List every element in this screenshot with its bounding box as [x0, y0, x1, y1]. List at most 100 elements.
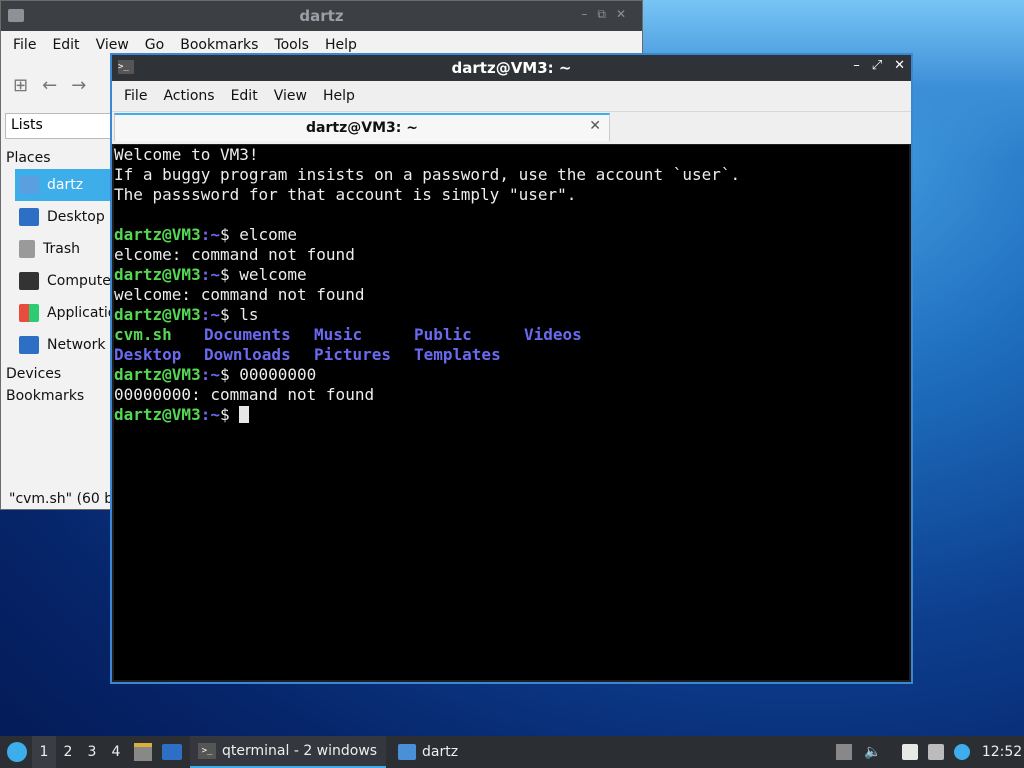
minimize-icon[interactable]: –: [853, 58, 860, 73]
network-status-icon[interactable]: [928, 744, 944, 760]
fm-menu-file[interactable]: File: [5, 37, 44, 53]
ls-entry: Pictures: [314, 345, 392, 364]
devices-header[interactable]: Devices: [1, 363, 113, 385]
fm-title: dartz: [299, 7, 344, 25]
task-label: dartz: [422, 744, 459, 760]
motd-line: The passsword for that account is simply…: [114, 185, 577, 204]
output-line: welcome: command not found: [114, 285, 365, 304]
prompt-symbol: $: [219, 405, 240, 424]
text-cursor: [239, 406, 250, 423]
sidebar-item-label: Trash: [43, 241, 80, 257]
terminal-titlebar[interactable]: >_ dartz@VM3: ~ – ⤢ ✕: [112, 55, 911, 81]
prompt-line-active: dartz@VM3:~$: [114, 405, 740, 425]
ls-entry: Templates: [414, 345, 501, 364]
sidebar-item-applications[interactable]: Applications: [1, 297, 133, 329]
quicklaunch-button[interactable]: [162, 736, 184, 768]
fm-menu-tools[interactable]: Tools: [266, 37, 317, 53]
prompt-line: dartz@VM3:~$ welcome: [114, 265, 740, 285]
update-notifier-icon[interactable]: [954, 744, 970, 760]
close-tab-icon[interactable]: ✕: [589, 118, 601, 134]
app-menu-button[interactable]: [2, 736, 32, 768]
sidebar-item-label: Computer: [47, 273, 117, 289]
prompt-line: dartz@VM3:~$ ls: [114, 305, 740, 325]
places-sidebar: Places dartz Desktop Trash Computer Appl…: [1, 147, 133, 407]
terminal-screen[interactable]: Welcome to VM3! If a buggy program insist…: [114, 145, 909, 680]
prompt-symbol: $: [219, 305, 240, 324]
bookmarks-header[interactable]: Bookmarks: [1, 385, 113, 407]
workspace-2[interactable]: 2: [56, 736, 80, 768]
terminal-output: Welcome to VM3! If a buggy program insist…: [114, 145, 740, 425]
prompt-line: dartz@VM3:~$ elcome: [114, 225, 740, 245]
trash-icon: [19, 240, 35, 258]
side-pane-selector[interactable]: Lists: [5, 113, 115, 139]
places-header: Places: [6, 150, 51, 166]
fm-menu-help[interactable]: Help: [317, 37, 365, 53]
sidebar-item-computer[interactable]: Computer: [1, 265, 117, 297]
side-pane-label: Lists: [11, 117, 43, 133]
desktop-icon: [19, 208, 39, 226]
terminal-tab[interactable]: dartz@VM3: ~ ✕: [114, 113, 610, 141]
fm-titlebar[interactable]: dartz –⧉✕: [1, 1, 642, 31]
output-line: 00000000: command not found: [114, 385, 375, 404]
task-dartz[interactable]: dartz: [390, 736, 526, 768]
ls-entry: Public: [414, 325, 472, 344]
clipboard-icon[interactable]: [902, 744, 918, 760]
prompt-symbol: $: [219, 265, 240, 284]
sidebar-item-desktop[interactable]: Desktop: [1, 201, 113, 233]
prompt-symbol: $: [219, 225, 240, 244]
term-menu-actions[interactable]: Actions: [155, 88, 222, 104]
close-icon[interactable]: ✕: [894, 58, 905, 73]
prompt-user: dartz@VM3: [114, 365, 201, 384]
sidebar-item-dartz[interactable]: dartz: [15, 169, 113, 201]
sidebar-item-network[interactable]: Network: [1, 329, 113, 361]
fm-menu-edit[interactable]: Edit: [44, 37, 87, 53]
lxqt-logo-icon: [7, 742, 27, 762]
clock[interactable]: 12:52: [982, 736, 1022, 768]
terminal-window-buttons: – ⤢ ✕: [853, 58, 905, 73]
applications-icon: [19, 304, 39, 322]
new-tab-icon[interactable]: ⊞: [13, 75, 28, 96]
task-label: qterminal - 2 windows: [222, 743, 378, 759]
prompt-user: dartz@VM3: [114, 305, 201, 324]
fm-menu-go[interactable]: Go: [137, 37, 172, 53]
ls-entry: Music: [314, 325, 363, 344]
show-desktop-button[interactable]: [134, 736, 154, 768]
forward-arrow-icon[interactable]: →: [71, 75, 86, 96]
tray-expand-icon[interactable]: [836, 744, 852, 760]
network-icon: [19, 336, 39, 354]
terminal-window[interactable]: >_ dartz@VM3: ~ – ⤢ ✕ File Actions Edit …: [110, 53, 913, 684]
ls-output-row: cvm.sh Documents Music Public Videos: [114, 325, 740, 345]
folder-icon: [398, 744, 416, 760]
sidebar-item-label: Desktop: [47, 209, 105, 225]
workspace-1[interactable]: 1: [32, 736, 56, 768]
status-bar-text: "cvm.sh" (60 by: [9, 491, 122, 507]
task-qterminal[interactable]: >_ qterminal - 2 windows: [190, 736, 386, 768]
prompt-path: :~: [200, 225, 220, 244]
fm-menu-bookmarks[interactable]: Bookmarks: [172, 37, 266, 53]
show-desktop-icon: [134, 743, 152, 761]
command-text: ls: [239, 305, 259, 324]
fm-window-buttons[interactable]: –⧉✕: [581, 7, 636, 22]
volume-icon[interactable]: 🔈: [864, 744, 881, 760]
ls-entry: Desktop: [114, 345, 182, 364]
terminal-title: dartz@VM3: ~: [451, 59, 572, 77]
ls-entry: Videos: [524, 325, 582, 344]
term-menu-edit[interactable]: Edit: [223, 88, 266, 104]
prompt-symbol: $: [219, 365, 240, 384]
sidebar-item-trash[interactable]: Trash: [1, 233, 113, 265]
back-arrow-icon[interactable]: ←: [42, 75, 57, 96]
taskbar: 1 2 3 4 >_ qterminal - 2 windows dartz 🔈…: [0, 736, 1024, 768]
motd-line: Welcome to VM3!: [114, 145, 259, 164]
prompt-path: :~: [200, 305, 220, 324]
term-menu-file[interactable]: File: [116, 88, 155, 104]
workspace-4[interactable]: 4: [104, 736, 128, 768]
term-menu-view[interactable]: View: [266, 88, 315, 104]
prompt-path: :~: [200, 405, 220, 424]
workspace-3[interactable]: 3: [80, 736, 104, 768]
command-text: elcome: [239, 225, 298, 244]
window-icon: [162, 744, 182, 760]
term-menu-help[interactable]: Help: [315, 88, 363, 104]
fm-menu-view[interactable]: View: [88, 37, 137, 53]
ls-output-row: Desktop Downloads Pictures Templates: [114, 345, 740, 365]
maximize-icon[interactable]: ⤢: [872, 58, 882, 73]
